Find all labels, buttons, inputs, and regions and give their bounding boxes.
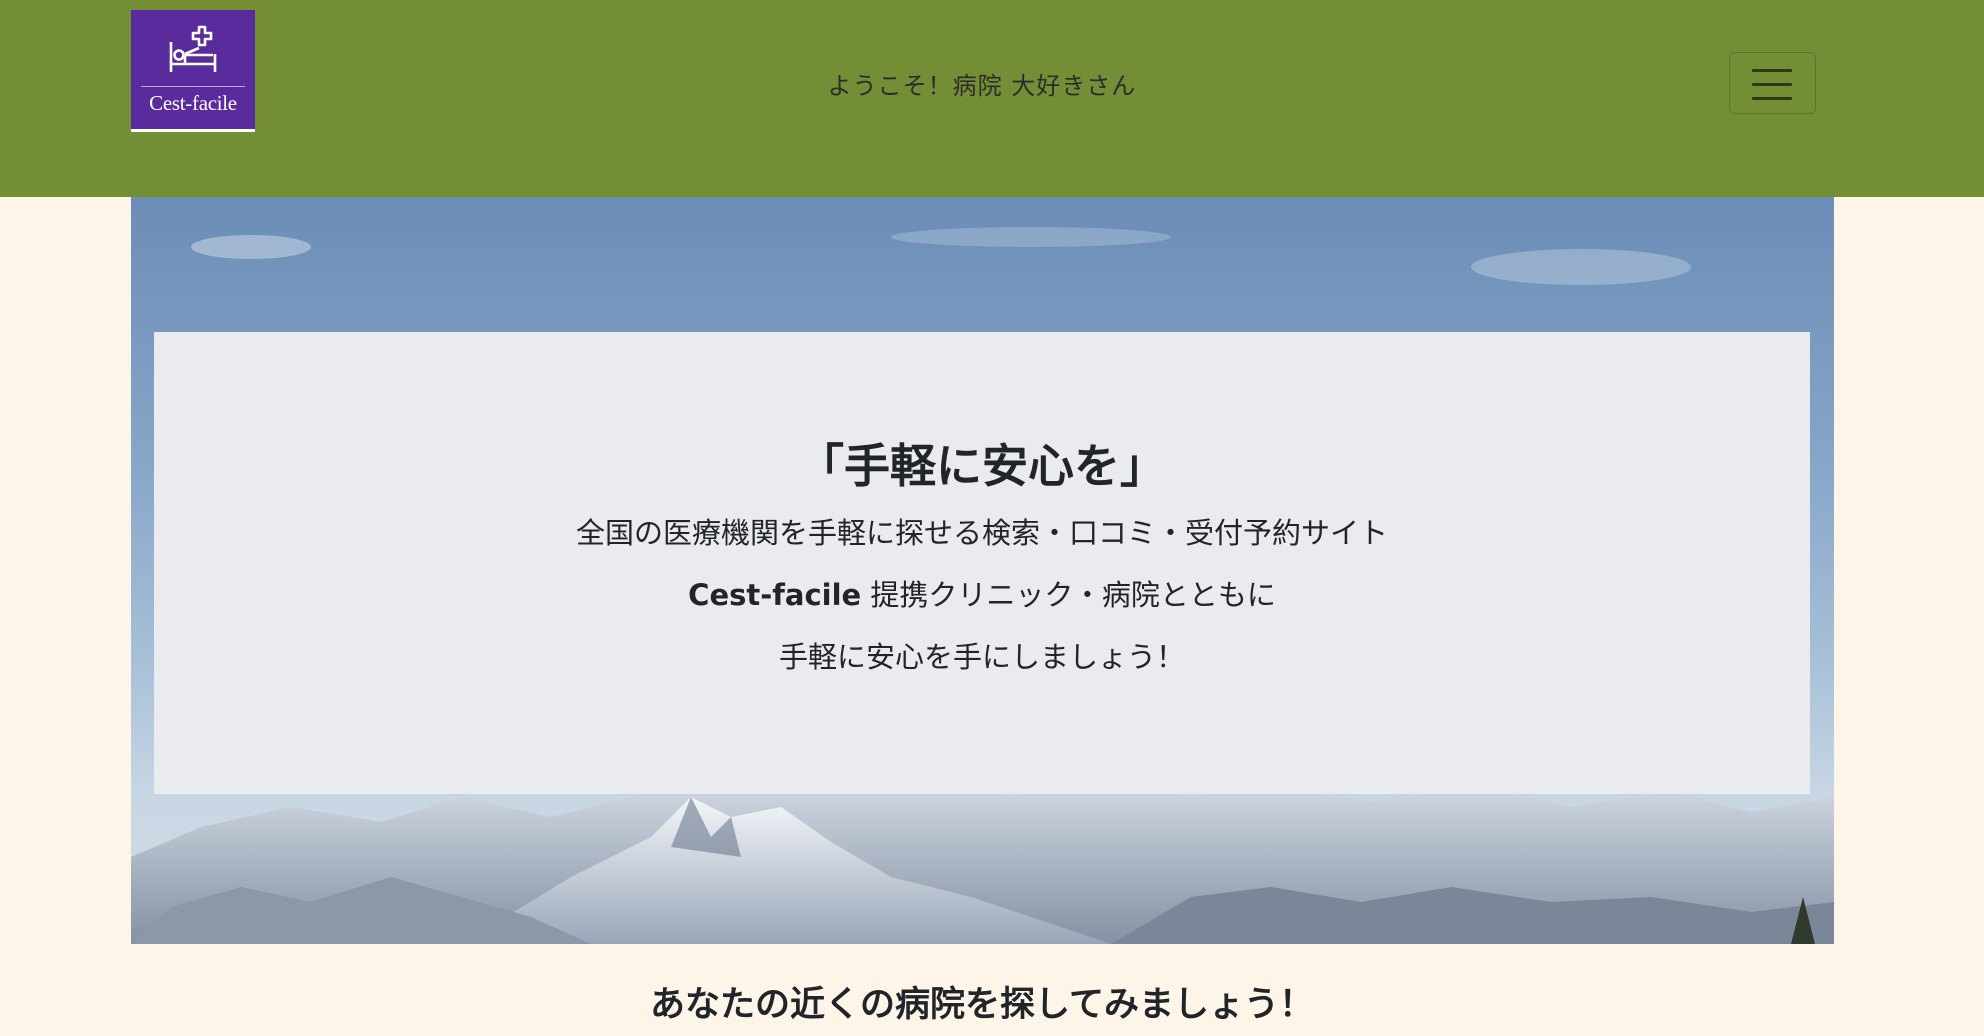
hero-call-to-action: 手軽に安心を手にしましょう！ (778, 640, 1185, 674)
search-section-title: あなたの近くの病院を探してみましょう！ (650, 985, 1314, 1025)
navbar: Cest-facile ようこそ！病院 大好きさん (0, 0, 1984, 197)
brand-name: Cest-facile (688, 578, 862, 612)
hero-description: 全国の医療機関を手軽に探せる検索・口コミ・受付予約サイト (575, 516, 1388, 550)
hero-banner: 「手軽に安心を」 全国の医療機関を手軽に探せる検索・口コミ・受付予約サイト Ce… (131, 197, 1834, 944)
hero-partner-line: Cest-facile 提携クリニック・病院とともに (154, 572, 1810, 614)
hero-card: 「手軽に安心を」 全国の医療機関を手軽に探せる検索・口コミ・受付予約サイト Ce… (154, 332, 1810, 794)
hero-title: 「手軽に安心を」 (798, 439, 1166, 493)
welcome-message: ようこそ！病院 大好きさん (827, 72, 1137, 100)
partner-text: 提携クリニック・病院とともに (861, 578, 1276, 612)
menu-toggle-button[interactable] (1729, 52, 1816, 114)
